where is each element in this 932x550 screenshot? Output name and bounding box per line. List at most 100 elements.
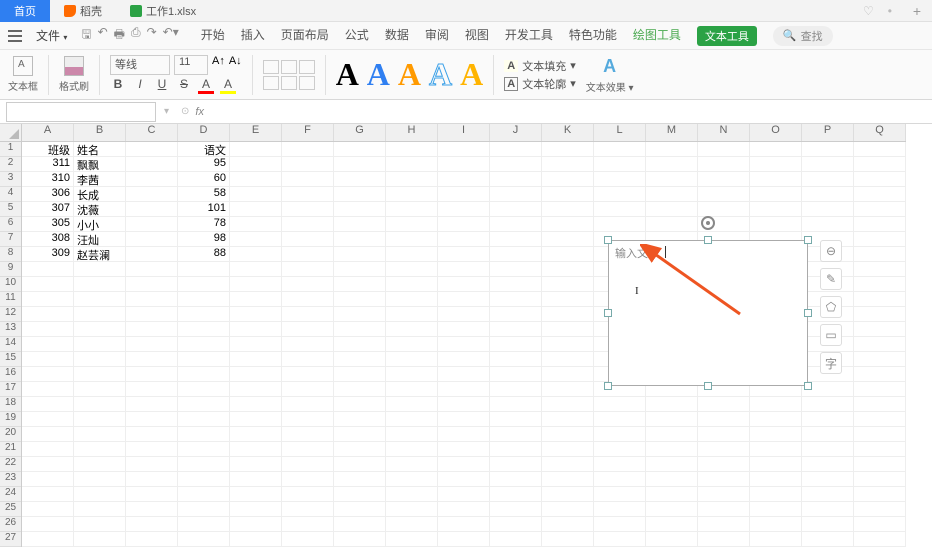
cell[interactable]: 78 <box>178 217 230 232</box>
cell[interactable] <box>854 187 906 202</box>
cell[interactable] <box>542 502 594 517</box>
cell[interactable] <box>594 187 646 202</box>
cell[interactable] <box>490 187 542 202</box>
cell[interactable] <box>542 262 594 277</box>
cell[interactable] <box>386 487 438 502</box>
cell[interactable] <box>126 487 178 502</box>
cell[interactable] <box>802 202 854 217</box>
menu-insert[interactable]: 插入 <box>241 26 265 46</box>
cell[interactable] <box>334 307 386 322</box>
row-headers[interactable]: 1234567891011121314151617181920212223242… <box>0 142 22 547</box>
cell[interactable] <box>542 427 594 442</box>
cell[interactable] <box>854 412 906 427</box>
cell[interactable] <box>334 412 386 427</box>
cell[interactable] <box>802 472 854 487</box>
cell[interactable] <box>126 532 178 547</box>
cell[interactable] <box>594 532 646 547</box>
cell[interactable] <box>126 427 178 442</box>
hamburger-icon[interactable] <box>8 30 22 42</box>
cell[interactable] <box>750 142 802 157</box>
menu-special[interactable]: 特色功能 <box>569 26 617 46</box>
cell[interactable] <box>698 412 750 427</box>
cell[interactable] <box>438 442 490 457</box>
cell[interactable] <box>22 337 74 352</box>
cell[interactable] <box>178 352 230 367</box>
cell[interactable] <box>854 502 906 517</box>
cell[interactable] <box>178 307 230 322</box>
min-dot-icon[interactable]: • <box>888 4 892 18</box>
cell[interactable] <box>438 322 490 337</box>
tab-daoke[interactable]: 稻壳 <box>50 0 116 22</box>
cell[interactable] <box>438 232 490 247</box>
cell[interactable] <box>490 457 542 472</box>
cell[interactable] <box>386 442 438 457</box>
cell[interactable] <box>646 442 698 457</box>
row-header[interactable]: 18 <box>0 397 21 412</box>
cell[interactable] <box>542 172 594 187</box>
cell[interactable] <box>490 352 542 367</box>
cell[interactable] <box>386 322 438 337</box>
cell[interactable] <box>230 322 282 337</box>
tab-home[interactable]: 首页 <box>0 0 50 22</box>
cell[interactable] <box>178 487 230 502</box>
row-header[interactable]: 17 <box>0 382 21 397</box>
cell[interactable] <box>802 517 854 532</box>
cell[interactable] <box>542 382 594 397</box>
italic-button[interactable]: I <box>132 77 148 94</box>
cell[interactable] <box>282 457 334 472</box>
cell[interactable] <box>542 457 594 472</box>
cell[interactable] <box>594 172 646 187</box>
row-header[interactable]: 21 <box>0 442 21 457</box>
cell[interactable] <box>854 352 906 367</box>
cell[interactable] <box>438 262 490 277</box>
cell[interactable] <box>22 292 74 307</box>
cell[interactable] <box>802 502 854 517</box>
cell[interactable] <box>22 427 74 442</box>
cell[interactable] <box>854 442 906 457</box>
cell[interactable] <box>74 502 126 517</box>
cell[interactable] <box>438 292 490 307</box>
cell[interactable]: 311 <box>22 157 74 172</box>
row-header[interactable]: 25 <box>0 502 21 517</box>
cell[interactable] <box>386 352 438 367</box>
cell[interactable] <box>334 472 386 487</box>
cell[interactable] <box>126 337 178 352</box>
row-header[interactable]: 10 <box>0 277 21 292</box>
cell[interactable]: 小小 <box>74 217 126 232</box>
cell[interactable] <box>646 217 698 232</box>
cell[interactable] <box>438 427 490 442</box>
cell[interactable] <box>386 412 438 427</box>
cell[interactable]: 88 <box>178 247 230 262</box>
float-tool-0[interactable]: ⊖ <box>820 240 842 262</box>
cell[interactable] <box>490 307 542 322</box>
resize-handle[interactable] <box>604 236 612 244</box>
cell[interactable] <box>594 217 646 232</box>
column-headers[interactable]: ABCDEFGHIJKLMNOPQ <box>22 124 906 142</box>
cell[interactable] <box>230 427 282 442</box>
cell[interactable] <box>386 277 438 292</box>
cell[interactable] <box>126 247 178 262</box>
cell[interactable] <box>698 502 750 517</box>
cell[interactable] <box>750 217 802 232</box>
cell[interactable] <box>490 202 542 217</box>
cell[interactable] <box>126 157 178 172</box>
cell[interactable] <box>230 187 282 202</box>
menu-view[interactable]: 视图 <box>465 26 489 46</box>
cell[interactable] <box>22 517 74 532</box>
cell[interactable] <box>282 487 334 502</box>
shrink-font-icon[interactable]: A↓ <box>229 55 242 75</box>
cell[interactable] <box>542 337 594 352</box>
cell[interactable] <box>490 247 542 262</box>
col-header-A[interactable]: A <box>22 124 74 141</box>
cell[interactable] <box>854 172 906 187</box>
cell[interactable] <box>126 322 178 337</box>
cell[interactable] <box>646 517 698 532</box>
cell[interactable] <box>230 367 282 382</box>
cell[interactable] <box>334 382 386 397</box>
cell[interactable]: 班级 <box>22 142 74 157</box>
row-header[interactable]: 1 <box>0 142 21 157</box>
col-header-F[interactable]: F <box>282 124 334 141</box>
cell[interactable] <box>178 532 230 547</box>
col-header-L[interactable]: L <box>594 124 646 141</box>
cell[interactable] <box>698 487 750 502</box>
